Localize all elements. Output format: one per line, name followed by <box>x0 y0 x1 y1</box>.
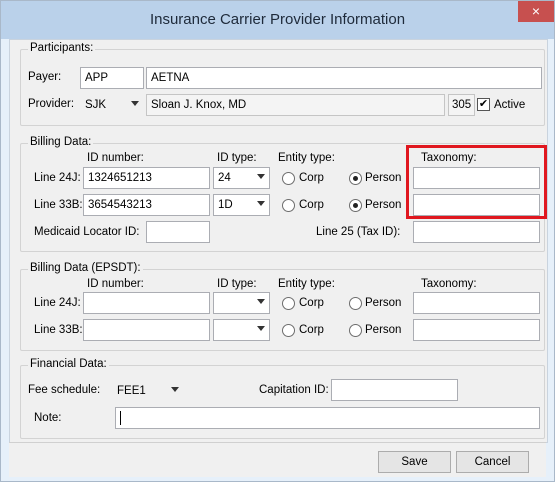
epsdt-row-24j-label: Line 24J: <box>34 297 81 309</box>
chevron-down-icon <box>171 387 179 392</box>
billing-24j-person-radio[interactable] <box>349 172 362 185</box>
billing-33b-person-radio[interactable] <box>349 199 362 212</box>
billing-24j-corp-label: Corp <box>299 172 324 184</box>
epsdt-33b-corp-label: Corp <box>299 324 324 336</box>
epsdt-row-33b-label: Line 33B: <box>34 324 83 336</box>
note-input[interactable] <box>115 407 540 429</box>
financial-legend: Financial Data: <box>28 358 109 370</box>
billing-row-24j-label: Line 24J: <box>34 172 81 184</box>
text-cursor <box>120 410 121 425</box>
billing-33b-corp-label: Corp <box>299 199 324 211</box>
dialog-window: Insurance Carrier Provider Information ×… <box>0 0 555 482</box>
fee-schedule-select[interactable]: FEE1 <box>112 380 184 402</box>
billing-row-33b-label: Line 33B: <box>34 199 83 211</box>
epsdt-entity-type-header: Entity type: <box>278 278 335 290</box>
epsdt-33b-id-type-select[interactable] <box>213 319 270 341</box>
billing-id-number-header: ID number: <box>87 152 144 164</box>
epsdt-24j-taxonomy-input[interactable] <box>413 292 540 314</box>
active-checkbox[interactable]: ✔ <box>477 98 490 111</box>
epsdt-24j-person-radio[interactable] <box>349 297 362 310</box>
epsdt-24j-person-label: Person <box>365 297 402 309</box>
cancel-button[interactable]: Cancel <box>456 451 529 473</box>
chevron-down-icon <box>257 174 265 179</box>
epsdt-24j-corp-label: Corp <box>299 297 324 309</box>
epsdt-33b-corp-radio[interactable] <box>282 324 295 337</box>
epsdt-24j-id-type-select[interactable] <box>213 292 270 314</box>
participants-legend: Participants: <box>28 42 96 54</box>
epsdt-33b-id-number-input[interactable] <box>83 319 210 341</box>
billing-24j-id-number-input[interactable]: 1324651213 <box>83 167 210 189</box>
line25-tax-id-input[interactable] <box>413 221 540 243</box>
medicaid-locator-label: Medicaid Locator ID: <box>34 226 140 238</box>
fee-schedule-label: Fee schedule: <box>28 384 101 396</box>
chevron-down-icon <box>257 299 265 304</box>
billing-24j-person-label: Person <box>365 172 402 184</box>
billing-33b-id-type-value: 1D <box>218 199 233 211</box>
billing-24j-corp-radio[interactable] <box>282 172 295 185</box>
chevron-down-icon <box>131 101 139 106</box>
chevron-down-icon <box>257 201 265 206</box>
payer-label: Payer: <box>28 71 62 83</box>
checkmark-icon: ✔ <box>478 98 489 110</box>
provider-label: Provider: <box>28 98 75 110</box>
title-bar[interactable]: Insurance Carrier Provider Information × <box>1 1 554 39</box>
active-label: Active <box>494 99 526 111</box>
epsdt-id-type-header: ID type: <box>217 278 257 290</box>
payer-name-input[interactable]: AETNA <box>146 67 542 89</box>
capitation-id-input[interactable] <box>331 379 458 401</box>
chevron-down-icon <box>257 326 265 331</box>
billing-id-type-header: ID type: <box>217 152 257 164</box>
save-button[interactable]: Save <box>378 451 451 473</box>
epsdt-legend: Billing Data (EPSDT): <box>28 262 143 274</box>
billing-entity-type-header: Entity type: <box>278 152 335 164</box>
close-button[interactable]: × <box>518 1 554 22</box>
provider-number-field: 305 <box>448 94 475 116</box>
medicaid-locator-input[interactable] <box>146 221 210 243</box>
epsdt-id-number-header: ID number: <box>87 278 144 290</box>
epsdt-taxonomy-header: Taxonomy: <box>421 278 477 290</box>
billing-24j-id-type-select[interactable]: 24 <box>213 167 270 189</box>
epsdt-33b-person-radio[interactable] <box>349 324 362 337</box>
fee-schedule-value: FEE1 <box>117 385 146 397</box>
billing-33b-id-type-select[interactable]: 1D <box>213 194 270 216</box>
note-label: Note: <box>34 412 62 424</box>
epsdt-24j-corp-radio[interactable] <box>282 297 295 310</box>
provider-code-value: SJK <box>85 99 107 111</box>
line25-tax-id-label: Line 25 (Tax ID): <box>316 226 401 238</box>
window-title: Insurance Carrier Provider Information <box>149 11 406 28</box>
epsdt-33b-person-label: Person <box>365 324 402 336</box>
billing-33b-id-number-input[interactable]: 3654543213 <box>83 194 210 216</box>
epsdt-24j-id-number-input[interactable] <box>83 292 210 314</box>
provider-name-field: Sloan J. Knox, MD <box>146 94 445 116</box>
taxonomy-highlight-box <box>406 145 547 219</box>
payer-code-input[interactable]: APP <box>80 67 144 89</box>
billing-24j-id-type-value: 24 <box>218 172 231 184</box>
billing-33b-person-label: Person <box>365 199 402 211</box>
billing-legend: Billing Data: <box>28 136 94 148</box>
epsdt-33b-taxonomy-input[interactable] <box>413 319 540 341</box>
capitation-id-label: Capitation ID: <box>259 384 329 396</box>
billing-33b-corp-radio[interactable] <box>282 199 295 212</box>
provider-code-select[interactable]: SJK <box>80 94 144 116</box>
